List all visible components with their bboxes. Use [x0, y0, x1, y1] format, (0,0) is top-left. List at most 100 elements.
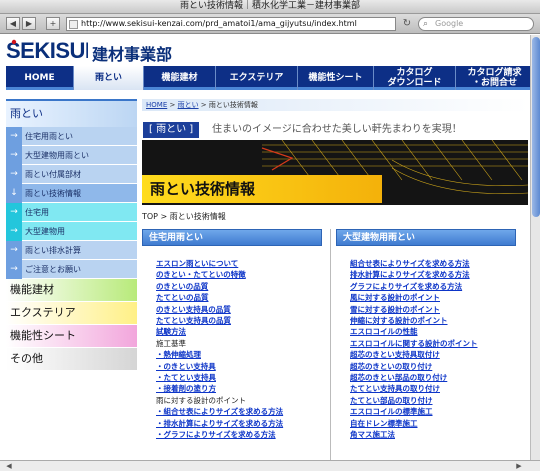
back-arrow-icon[interactable]: ◀	[6, 17, 20, 30]
sekisui-logo[interactable]: SEKISUI	[6, 37, 88, 63]
content-link[interactable]: ・のきとい支持具	[156, 361, 322, 372]
sidebar-heading: 雨とい	[6, 99, 137, 127]
sidebar-category[interactable]: 機能性シート	[6, 325, 137, 348]
arrow-right-icon: →	[6, 240, 22, 260]
content-link[interactable]: たてといの品質	[156, 292, 322, 303]
page-breadcrumb: TOP > 雨とい技術情報	[142, 212, 226, 221]
sidebar-item[interactable]: → 雨とい付属部材	[6, 164, 137, 184]
content-link[interactable]: ・排水計算によりサイズを求める方法	[156, 418, 322, 429]
gnav-item[interactable]: カタログ請求 ・お問合せ	[456, 66, 534, 90]
sidebar-item-label: 雨とい付属部材	[25, 169, 81, 179]
reload-icon[interactable]: ↻	[400, 17, 414, 31]
content-label: 施工基準	[156, 338, 186, 348]
sidebar-item-label: 雨とい排水計算	[25, 245, 81, 255]
content-link[interactable]: 伸縮に対する設計のポイント	[350, 315, 516, 326]
content-link[interactable]: エスロン雨といについて	[156, 258, 322, 269]
content-link[interactable]: のきといの品質	[156, 281, 322, 292]
tagline: [ 雨とい ] 住まいのイメージに合わせた美しい軒先まわりを実現！	[142, 122, 528, 138]
sidebar-item[interactable]: → 住宅用雨とい	[6, 126, 137, 146]
main-content: HOME > 雨とい > 雨とい技術情報 [ 雨とい ] 住まいのイメージに合わ…	[142, 99, 528, 469]
content-link[interactable]: ・熱伸縮処理	[156, 349, 322, 360]
content-link[interactable]: 雪に対する設計のポイント	[350, 304, 516, 315]
large-building-link-list: 組合せ表によりサイズを求める方法 排水計算によりサイズを求める方法 グラフによりサイ…	[336, 246, 516, 441]
arrow-right-icon: →	[6, 145, 22, 165]
sidebar-item-label: 大型建物用雨とい	[25, 150, 89, 160]
sidebar-item[interactable]: ↓ 雨とい技術情報	[6, 183, 137, 203]
content-link[interactable]: 組合せ表によりサイズを求める方法	[350, 258, 516, 269]
residential-heading: 住宅用雨とい	[142, 229, 322, 246]
url-text: http://www.sekisui-kenzai.com/prd_amatoi…	[81, 19, 357, 28]
forward-arrow-icon[interactable]: ▶	[22, 17, 36, 30]
global-nav: HOME 雨とい 機能建材 エクステリア 機能性シート カタログ ダウンロード カタログ請求…	[6, 66, 534, 90]
content-link[interactable]: 角マス施工法	[350, 429, 516, 440]
sidebar-item-label: ご注意とお願い	[25, 264, 81, 274]
content-link[interactable]: 試験方法	[156, 326, 322, 337]
window-title: 雨とい技術情報｜積水化学工業－建材事業部	[0, 0, 540, 14]
content-link[interactable]: ・接着剤の塗り方	[156, 383, 322, 394]
content-link[interactable]: たてとい支持具の品質	[156, 315, 322, 326]
browser-toolbar: ◀ ▶ + http://www.sekisui-kenzai.com/prd_…	[0, 14, 540, 34]
sidebar-category[interactable]: 機能建材	[6, 279, 137, 302]
tagline-tag: [ 雨とい ]	[143, 122, 200, 138]
gnav-item[interactable]: カタログ ダウンロード	[374, 66, 456, 90]
arrow-down-icon: ↓	[6, 183, 22, 203]
column-divider	[330, 229, 331, 469]
gnav-item[interactable]: エクステリア	[216, 66, 298, 90]
breadcrumb-home[interactable]: HOME	[146, 101, 167, 109]
breadcrumb: HOME > 雨とい > 雨とい技術情報	[142, 99, 528, 111]
sidebar-item[interactable]: → 大型建物用雨とい	[6, 145, 137, 165]
breadcrumb-section[interactable]: 雨とい	[178, 101, 199, 109]
content-link[interactable]: 超芯のきといの取り付け	[350, 361, 516, 372]
large-building-column: 大型建物用雨とい 組合せ表によりサイズを求める方法 排水計算によりサイズを求める方…	[336, 229, 516, 441]
banner-title: 雨とい技術情報	[150, 180, 256, 198]
content-link[interactable]: のきとい・たてといの特徴	[156, 269, 322, 280]
arrow-right-icon: →	[6, 164, 22, 184]
sidebar-item[interactable]: → 大型建物用	[6, 221, 137, 241]
tagline-text: 住まいのイメージに合わせた美しい軒先まわりを実現！	[212, 124, 462, 135]
residential-column: 住宅用雨とい エスロン雨といについて のきとい・たてといの特徴 のきといの品質 たてと…	[142, 229, 322, 441]
content-link[interactable]: エスロコイルの性能	[350, 326, 516, 337]
content-link[interactable]: 超芯のきとい支持具取付け	[350, 349, 516, 360]
sidebar-item[interactable]: → ご注意とお願い	[6, 259, 137, 279]
content-link[interactable]: たてとい支持具の取り付け	[350, 383, 516, 394]
scroll-left-icon[interactable]: ◀	[4, 462, 14, 471]
content-link[interactable]: 排水計算によりサイズを求める方法	[350, 269, 516, 280]
gnav-item[interactable]: HOME	[6, 66, 74, 90]
sidebar-item-label: 大型建物用	[25, 226, 65, 236]
url-field[interactable]: http://www.sekisui-kenzai.com/prd_amatoi…	[66, 17, 396, 31]
arrow-right-icon: →	[6, 202, 22, 222]
vertical-scrollbar[interactable]	[530, 35, 540, 460]
content-link[interactable]: エスロコイルに関する設計のポイント	[350, 338, 516, 349]
search-placeholder: Google	[435, 19, 464, 28]
site-favicon-icon	[69, 20, 78, 29]
content-link[interactable]: ・組合せ表によりサイズを求める方法	[156, 406, 322, 417]
content-link[interactable]: 風に対する設計のポイント	[350, 292, 516, 303]
content-label: 雨に対する設計のポイント	[156, 395, 246, 405]
sidebar-item[interactable]: → 雨とい排水計算	[6, 240, 137, 260]
add-bookmark-button[interactable]: +	[46, 17, 60, 30]
content-link[interactable]: のきとい支持具の品質	[156, 304, 322, 315]
content-link[interactable]: 自在ドレン標準施工	[350, 418, 516, 429]
arrow-right-icon: →	[6, 221, 22, 241]
scrollbar-thumb[interactable]	[532, 37, 540, 217]
sidebar-item-label: 住宅用雨とい	[25, 131, 73, 141]
content-link[interactable]: 超芯のきとい部品の取り付け	[350, 372, 516, 383]
gnav-item[interactable]: 機能建材	[144, 66, 216, 90]
sidebar-item[interactable]: → 住宅用	[6, 202, 137, 222]
content-link[interactable]: グラフによりサイズを求める方法	[350, 281, 516, 292]
sidebar-category[interactable]: エクステリア	[6, 302, 137, 325]
scroll-right-icon[interactable]: ▶	[514, 462, 524, 471]
gnav-item[interactable]: 機能性シート	[298, 66, 374, 90]
arrow-right-icon: →	[6, 259, 22, 279]
horizontal-scrollbar[interactable]: ◀ ▶	[0, 460, 540, 471]
content-link[interactable]: エスロコイルの標準施工	[350, 406, 516, 417]
gnav-item[interactable]: 雨とい	[74, 66, 144, 90]
content-link[interactable]: ・グラフによりサイズを求める方法	[156, 429, 322, 440]
content-link[interactable]: たてとい部品の取り付け	[350, 395, 516, 406]
content-link[interactable]: ・たてとい支持具	[156, 372, 322, 383]
search-input[interactable]: ⌕ Google	[418, 17, 534, 31]
breadcrumb-current: 雨とい技術情報	[208, 101, 258, 109]
hero-banner: 雨とい技術情報	[142, 140, 528, 205]
sidebar-category[interactable]: その他	[6, 348, 137, 371]
sidebar-item-label: 雨とい技術情報	[25, 188, 81, 198]
